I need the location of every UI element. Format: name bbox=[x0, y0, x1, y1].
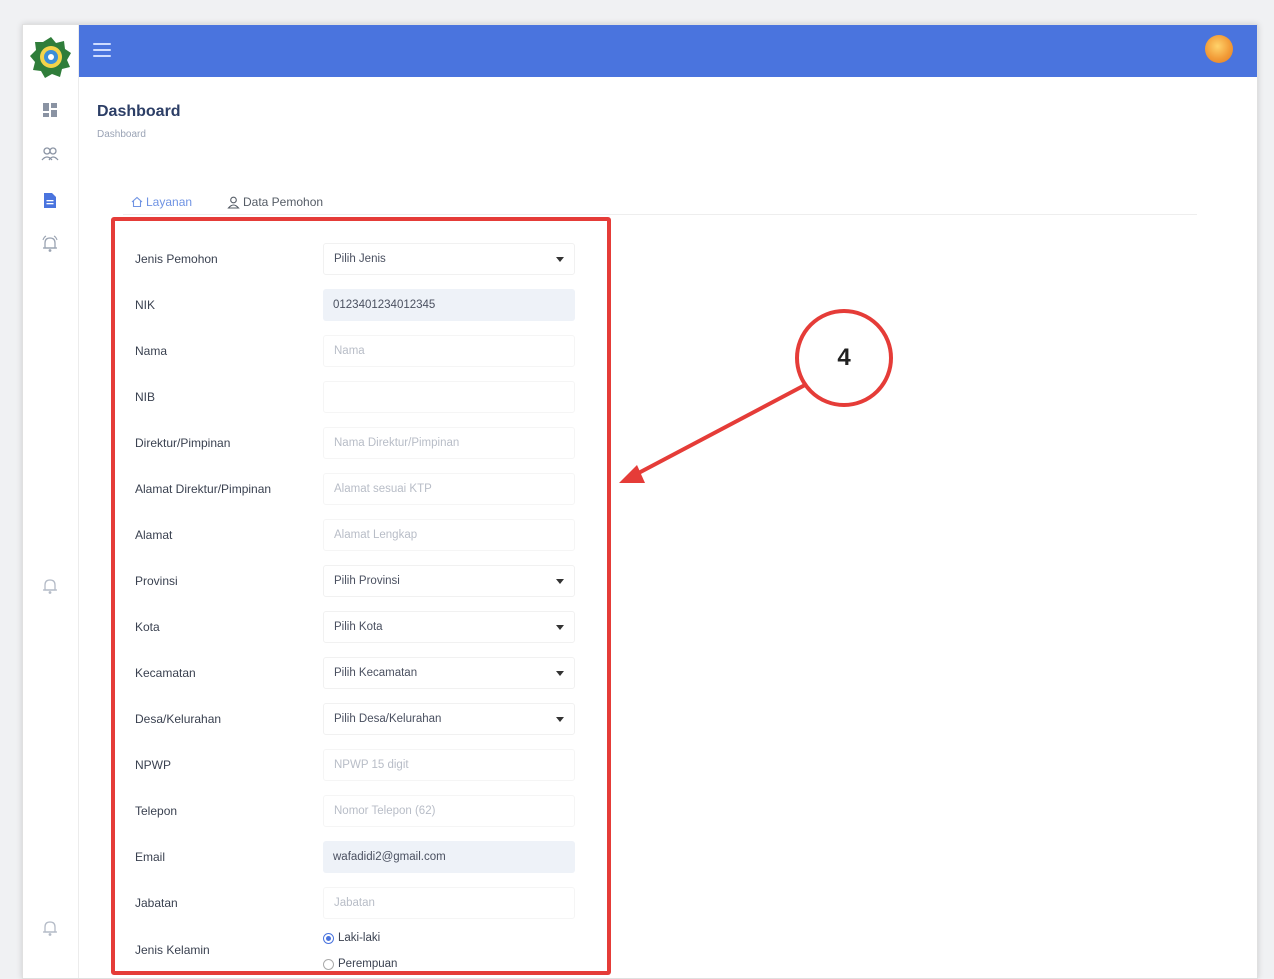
annotation-arrow bbox=[619, 383, 806, 483]
app-window: Dashboard Dashboard Layanan Data Pemohon… bbox=[22, 24, 1258, 979]
annotation-callout: 4 bbox=[795, 309, 893, 407]
